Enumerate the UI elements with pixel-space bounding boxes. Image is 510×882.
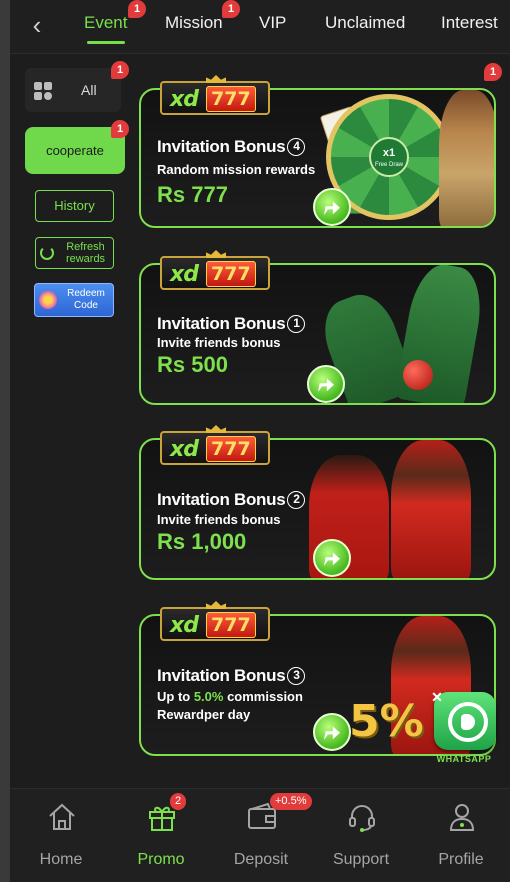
redeem-icon (39, 291, 57, 309)
tab-label: Mission (165, 13, 223, 32)
bonus-number: 3 (287, 667, 306, 685)
tab-badge: 1 (222, 0, 240, 18)
redeem-code-button[interactable]: Redeem Code (34, 283, 114, 317)
nav-label: Promo (137, 851, 185, 868)
bonus-number: 1 (287, 315, 306, 333)
filter-cooperate[interactable]: cooperate 1 (25, 120, 129, 174)
filter-label: All (81, 82, 97, 98)
go-arrow-icon[interactable] (307, 365, 345, 403)
history-button[interactable]: History (35, 190, 114, 222)
nav-label: Deposit (233, 851, 289, 868)
go-arrow-icon[interactable] (313, 713, 351, 751)
filter-label: cooperate (46, 143, 104, 158)
tab-unclaimed[interactable]: Unclaimed (325, 12, 405, 42)
tab-interest[interactable]: Interest (441, 12, 498, 42)
bottom-nav: Home 2 Promo +0.5% Deposit Support Profi… (10, 788, 510, 882)
back-icon[interactable]: ‹ (24, 12, 50, 38)
card-subtitle: Random mission rewards (157, 162, 316, 177)
pilot-woman-art (391, 440, 471, 578)
event-card-bonus-1[interactable]: xd 777 Invitation Bonus 1 Invite friends b… (139, 250, 496, 405)
filter-all[interactable]: All 1 (25, 61, 129, 112)
refresh-icon (40, 246, 54, 260)
whatsapp-float-button[interactable]: ✕ WHATSAPP (430, 690, 498, 772)
tab-event[interactable]: Event 1 (84, 0, 146, 44)
card-amount: Rs 1,000 (157, 529, 247, 554)
promo-badge: 2 (170, 793, 187, 810)
nav-home[interactable]: Home (16, 799, 106, 869)
crown-icon (206, 75, 226, 83)
cricket-ball-art (403, 360, 433, 390)
active-tab-indicator (86, 41, 125, 44)
bonus-number: 4 (287, 138, 306, 156)
refresh-label: Refresh rewards (65, 241, 106, 265)
brand-logo: xd 777 (160, 425, 270, 465)
close-icon[interactable]: ✕ (430, 690, 444, 704)
deposit-badge: +0.5% (270, 793, 312, 810)
user-icon (449, 804, 475, 831)
card-subtitle-2: Rewardper day (157, 707, 251, 722)
go-arrow-icon[interactable] (313, 539, 351, 577)
crown-icon (206, 250, 226, 258)
card-amount: Rs 777 (157, 182, 228, 207)
whatsapp-label: WHATSAPP (436, 754, 492, 764)
card-subtitle: Invite friends bonus (157, 335, 281, 350)
refresh-rewards-button[interactable]: Refresh rewards (35, 237, 114, 269)
card-title: Invitation Bonus 3 (157, 666, 306, 686)
tab-label: Event (84, 13, 128, 32)
left-gutter (0, 0, 10, 882)
category-grid-icon (34, 82, 52, 100)
nav-label: Profile (438, 851, 484, 868)
nav-label: Home (39, 851, 83, 868)
go-arrow-icon[interactable] (313, 188, 351, 226)
tab-label: Interest (441, 13, 498, 32)
top-tab-bar: ‹ Event 1 Mission 1 VIP Unclaimed Intere… (10, 0, 510, 54)
card-subtitle: Up to 5.0% commission (157, 689, 303, 704)
nav-support[interactable]: Support (316, 799, 406, 869)
headset-icon (349, 805, 375, 832)
card-amount: Rs 500 (157, 352, 228, 377)
nav-label: Support (332, 851, 390, 868)
card-subtitle: Invite friends bonus (157, 512, 281, 527)
nav-deposit[interactable]: +0.5% Deposit (216, 793, 312, 869)
tab-vip[interactable]: VIP (259, 12, 286, 42)
woman-figure-art (439, 90, 494, 226)
nav-promo[interactable]: 2 Promo (116, 793, 206, 869)
card-title: Invitation Bonus 1 (157, 314, 306, 334)
tab-mission[interactable]: Mission 1 (165, 0, 240, 42)
filter-badge: 1 (111, 120, 129, 138)
brand-logo: xd 777 (160, 75, 270, 115)
filter-badge: 1 (111, 61, 129, 79)
crown-icon (206, 425, 226, 433)
promo-screen: ‹ Event 1 Mission 1 VIP Unclaimed Intere… (0, 0, 510, 882)
wheel-hub: x1 Free Draw (369, 137, 409, 177)
event-card-bonus-4[interactable]: x1 Free Draw xd 777 Invitation Bonus 4 Ran… (139, 63, 502, 228)
nav-profile[interactable]: Profile (416, 799, 506, 869)
redeem-label: Redeem Code (67, 288, 105, 311)
card-badge: 1 (484, 63, 502, 81)
tab-label: Unclaimed (325, 13, 406, 32)
card-title: Invitation Bonus 4 (157, 137, 306, 157)
bonus-number: 2 (287, 491, 306, 509)
home-icon (49, 803, 75, 830)
crown-icon (206, 601, 226, 609)
brand-logo: xd 777 (160, 601, 270, 641)
card-title: Invitation Bonus 2 (157, 490, 306, 510)
event-card-bonus-2[interactable]: xd 777 Invitation Bonus 2 Invite friends b… (139, 425, 496, 580)
tab-label: VIP (259, 13, 287, 32)
five-percent-art: 5% (349, 696, 424, 747)
brand-logo: xd 777 (160, 250, 270, 290)
tab-badge: 1 (128, 0, 146, 18)
